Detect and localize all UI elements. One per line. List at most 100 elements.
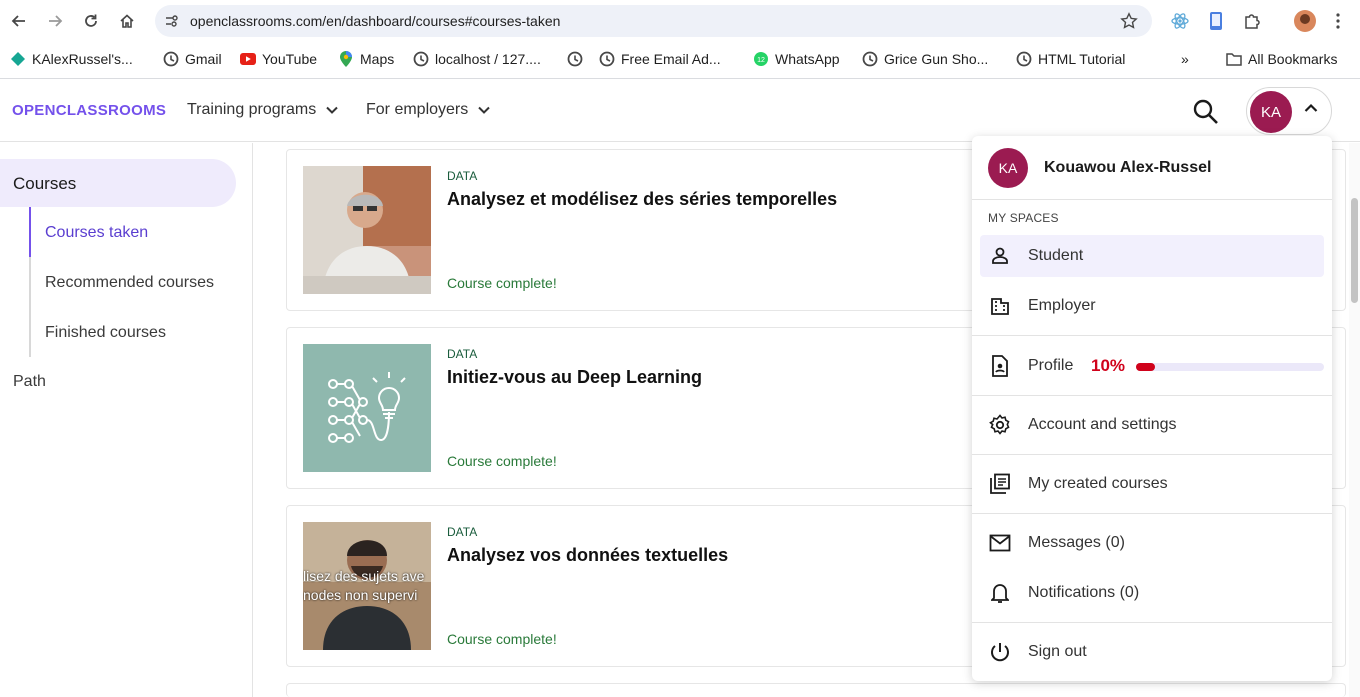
bookmark-item[interactable]	[567, 50, 589, 68]
globe-icon	[599, 51, 615, 67]
arrow-left-icon	[11, 15, 25, 27]
bookmark-label: Grice Gun Sho...	[884, 51, 989, 67]
bookmark-item[interactable]: KAlexRussel's...	[10, 50, 133, 68]
page-scrollbar[interactable]	[1349, 143, 1360, 697]
library-books-icon	[988, 472, 1012, 496]
forward-button[interactable]	[43, 9, 67, 33]
site-info-icon[interactable]	[163, 13, 179, 29]
address-bar[interactable]: openclassrooms.com/en/dashboard/courses#…	[155, 5, 1152, 37]
bookmark-item[interactable]: 12 WhatsApp	[753, 50, 840, 68]
menu-label: Account and settings	[1028, 416, 1177, 433]
bookmark-item[interactable]: YouTube	[240, 50, 317, 68]
all-bookmarks-button[interactable]: All Bookmarks	[1226, 50, 1337, 68]
bookmark-item[interactable]: HTML Tutorial	[1016, 50, 1125, 68]
menu-divider	[972, 622, 1332, 623]
globe-icon	[413, 51, 429, 67]
profile-avatar[interactable]	[1294, 10, 1316, 32]
menu-item-sign-out[interactable]: Sign out	[980, 631, 1324, 673]
arrow-right-icon	[49, 15, 63, 27]
menu-label: Student	[1028, 247, 1084, 264]
course-status: Course complete!	[447, 275, 557, 291]
home-icon	[120, 14, 134, 28]
openclassrooms-logo[interactable]: OPENCLASSROOMS	[12, 102, 166, 119]
home-button[interactable]	[115, 9, 139, 33]
sidebar-item-finished-courses[interactable]: Finished courses	[45, 324, 166, 342]
dropdown-user-header: KA Kouawou Alex-Russel	[972, 136, 1332, 200]
my-spaces-label: MY SPACES	[988, 211, 1059, 225]
back-button[interactable]	[7, 9, 31, 33]
chevron-down-icon	[478, 106, 490, 114]
user-dropdown-menu: KA Kouawou Alex-Russel MY SPACES Student…	[972, 136, 1332, 681]
course-card[interactable]	[286, 683, 1346, 697]
bookmark-label: WhatsApp	[775, 51, 840, 67]
menu-item-notifications[interactable]: Notifications (0)	[980, 572, 1324, 614]
profile-document-icon	[988, 354, 1012, 378]
bookmark-item[interactable]: localhost / 127....	[413, 50, 541, 68]
bell-icon	[988, 581, 1012, 605]
react-icon	[1171, 13, 1189, 29]
bookmark-label: localhost / 127....	[435, 51, 541, 67]
envelope-icon	[988, 531, 1012, 555]
whatsapp-icon: 12	[753, 51, 769, 67]
extensions-button[interactable]	[1241, 10, 1263, 32]
sidebar-item-courses[interactable]: Courses	[0, 159, 236, 207]
course-title[interactable]: Analysez vos données textuelles	[447, 545, 728, 566]
menu-item-student[interactable]: Student	[980, 235, 1324, 277]
sidebar-item-recommended-courses[interactable]: Recommended courses	[45, 274, 214, 292]
menu-divider	[972, 335, 1332, 336]
chrome-menu-button[interactable]	[1327, 10, 1349, 32]
menu-item-employer[interactable]: Employer	[980, 285, 1324, 327]
profile-progress-fill	[1136, 363, 1155, 371]
menu-item-account-settings[interactable]: Account and settings	[980, 404, 1324, 446]
thumbnail-caption: lisez des sujets ave nodes non supervi	[303, 567, 431, 605]
sidebar-item-courses-taken[interactable]: Courses taken	[45, 224, 148, 242]
globe-icon	[1016, 51, 1032, 67]
course-title[interactable]: Analysez et modélisez des séries tempore…	[447, 189, 837, 210]
bookmark-label: KAlexRussel's...	[32, 51, 133, 67]
course-category: DATA	[447, 347, 478, 361]
menu-divider	[972, 395, 1332, 396]
bookmarks-bar: KAlexRussel's... Gmail YouTube Maps loca…	[0, 42, 1360, 76]
menu-item-profile[interactable]: Profile 10%	[980, 345, 1324, 387]
submenu-active-indicator	[29, 207, 31, 257]
svg-text:12: 12	[757, 57, 765, 64]
menu-item-messages[interactable]: Messages (0)	[980, 522, 1324, 564]
sidebar-item-path[interactable]: Path	[13, 373, 46, 391]
nav-for-employers[interactable]: For employers	[366, 101, 490, 119]
nav-training-programs[interactable]: Training programs	[187, 101, 338, 119]
caption-line: nodes non supervi	[303, 587, 418, 603]
all-bookmarks-label: All Bookmarks	[1248, 51, 1338, 67]
dashboard-sidebar: Courses Courses taken Recommended course…	[0, 143, 253, 697]
search-icon[interactable]	[1192, 98, 1220, 126]
react-devtools-button[interactable]	[1169, 10, 1191, 32]
profile-progress-bar	[1136, 363, 1324, 371]
sidebar-label: Courses	[13, 174, 77, 193]
puzzle-icon	[1245, 14, 1260, 29]
site-header: OPENCLASSROOMS Training programs For emp…	[0, 79, 1360, 142]
browser-toolbar: openclassrooms.com/en/dashboard/courses#…	[0, 0, 1360, 42]
menu-label: My created courses	[1028, 475, 1168, 492]
nav-label: For employers	[366, 101, 469, 118]
menu-label: Messages (0)	[1028, 534, 1125, 551]
reload-button[interactable]	[79, 9, 103, 33]
scrollbar-thumb[interactable]	[1351, 198, 1358, 303]
course-thumbnail	[303, 344, 431, 472]
extension-button[interactable]	[1205, 10, 1227, 32]
caption-line: lisez des sujets ave	[303, 568, 425, 584]
youtube-icon	[240, 51, 256, 67]
user-menu-button[interactable]: KA	[1246, 87, 1332, 135]
course-status: Course complete!	[447, 631, 557, 647]
menu-divider	[972, 454, 1332, 455]
bookmark-item[interactable]: Grice Gun Sho...	[862, 50, 988, 68]
bookmark-item[interactable]: Gmail	[163, 50, 222, 68]
course-title[interactable]: Initiez-vous au Deep Learning	[447, 367, 702, 388]
bookmark-item[interactable]: Maps	[338, 50, 394, 68]
bookmark-item[interactable]: Free Email Ad...	[599, 50, 721, 68]
bookmark-star-icon[interactable]	[1120, 12, 1138, 30]
folder-icon	[1226, 51, 1242, 67]
course-status: Course complete!	[447, 453, 557, 469]
building-icon	[988, 294, 1012, 318]
bookmarks-overflow-button[interactable]: »	[1181, 50, 1189, 68]
bookmark-label: Free Email Ad...	[621, 51, 721, 67]
menu-item-my-created-courses[interactable]: My created courses	[980, 463, 1324, 505]
